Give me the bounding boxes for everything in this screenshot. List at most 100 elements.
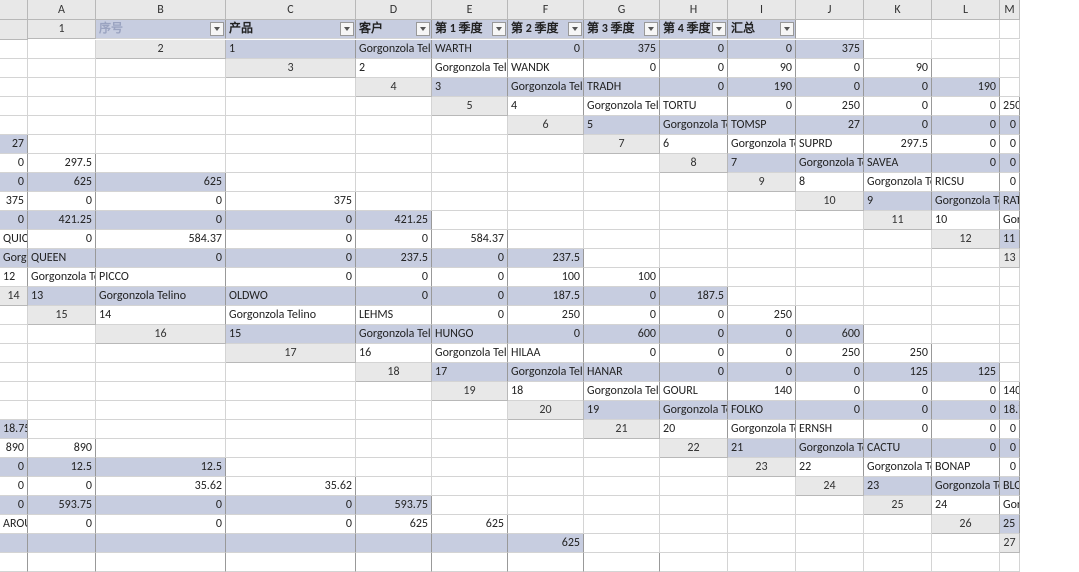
cell-G16[interactable]: 0 [728,325,796,344]
row-header-20[interactable]: 20 [508,401,584,420]
cell-E6[interactable]: 0 [864,116,932,135]
cell-C5[interactable]: TORTU [660,97,728,116]
cell-G12[interactable]: 0 [432,249,508,268]
cell-J7[interactable] [226,154,356,173]
cell-D12[interactable]: 0 [96,249,226,268]
cell-E11[interactable]: 584.37 [96,230,226,249]
cell-A17[interactable]: 16 [356,344,432,363]
cell-H16[interactable]: 600 [796,325,864,344]
cell-H10[interactable]: 421.25 [356,211,432,230]
cell-H6[interactable]: 27 [0,135,28,154]
cell-L6[interactable] [356,135,432,154]
cell-D26[interactable] [96,534,226,553]
cell-I17[interactable] [932,344,1000,363]
cell-A1[interactable]: 序号 [96,20,226,39]
cell-K4[interactable] [28,97,96,116]
cell-I9[interactable] [356,192,432,211]
cell-partial-21[interactable] [584,439,660,458]
cell-L8[interactable] [508,173,584,192]
cell-C7[interactable]: SUPRD [796,135,864,154]
cell-L22[interactable] [508,458,584,477]
cell-E3[interactable]: 0 [660,59,728,78]
cell-I23[interactable] [356,477,432,496]
row-header-26[interactable]: 26 [932,515,1000,534]
cell-E2[interactable]: 375 [584,40,660,59]
row-header-11[interactable]: 11 [864,211,932,230]
cell-L10[interactable] [660,211,728,230]
cell-M8[interactable] [584,173,660,192]
cell-partial-6[interactable] [508,135,584,154]
cell-M6[interactable] [432,135,508,154]
cell-L21[interactable] [432,439,508,458]
cell-I1[interactable] [796,20,864,39]
cell-G5[interactable]: 0 [932,97,1000,116]
cell-A10[interactable]: 9 [864,192,932,211]
cell-E4[interactable]: 190 [728,78,796,97]
column-header-K[interactable]: K [864,0,932,20]
filter-dropdown-H[interactable] [780,22,794,36]
cell-I11[interactable] [508,230,584,249]
cell-H4[interactable]: 190 [932,78,1000,97]
cell-E15[interactable]: 250 [508,306,584,325]
cell-M23[interactable] [660,477,728,496]
cell-E24[interactable]: 593.75 [28,496,96,515]
cell-E9[interactable]: 375 [0,192,28,211]
cell-D10[interactable]: 0 [0,211,28,230]
cell-E16[interactable]: 600 [584,325,660,344]
column-header-E[interactable]: E [432,0,508,20]
cell-F7[interactable]: 0 [1000,135,1020,154]
cell-J6[interactable] [96,135,226,154]
row-header-9[interactable]: 9 [728,173,796,192]
cell-E25[interactable]: 0 [96,515,226,534]
cell-F2[interactable]: 0 [660,40,728,59]
cell-K9[interactable] [508,192,584,211]
cell-G11[interactable]: 0 [356,230,432,249]
cell-F14[interactable]: 187.5 [508,287,584,306]
cell-K3[interactable] [0,78,28,97]
cell-G4[interactable]: 0 [864,78,932,97]
row-header-16[interactable]: 16 [96,325,226,344]
cell-H20[interactable]: 18.75 [0,420,28,439]
cell-M12[interactable] [864,249,932,268]
cell-J25[interactable] [584,515,660,534]
cell-G3[interactable]: 0 [796,59,864,78]
cell-G6[interactable]: 0 [1000,116,1020,135]
cell-F19[interactable]: 0 [864,382,932,401]
cell-J13[interactable] [728,268,796,287]
cell-partial-7[interactable] [584,154,660,173]
cell-H15[interactable]: 250 [728,306,796,325]
cell-L3[interactable] [28,78,96,97]
cell-J5[interactable] [28,116,96,135]
cell-C16[interactable]: HUNGO [432,325,508,344]
cell-E17[interactable]: 0 [660,344,728,363]
cell-B24[interactable]: Gorgonzola Telino [932,477,1000,496]
cell-L20[interactable] [356,420,432,439]
cell-L17[interactable] [28,363,96,382]
cell-J11[interactable] [584,230,660,249]
cell-C17[interactable]: HILAA [508,344,584,363]
cell-H7[interactable]: 297.5 [28,154,96,173]
cell-G19[interactable]: 0 [932,382,1000,401]
row-header-18[interactable]: 18 [356,363,432,382]
cell-D1[interactable]: 第 1 季度 [432,20,508,39]
cell-A7[interactable]: 6 [660,135,728,154]
cell-E18[interactable]: 0 [728,363,796,382]
cell-J24[interactable] [508,496,584,515]
cell-L24[interactable] [660,496,728,515]
cell-C10[interactable]: RATTC [1000,192,1020,211]
cell-D14[interactable]: 0 [356,287,432,306]
cell-B1[interactable]: 产品 [226,20,356,39]
cell-F11[interactable]: 0 [226,230,356,249]
cell-C19[interactable]: GOURL [660,382,728,401]
cell-D6[interactable]: 27 [796,116,864,135]
row-header-1[interactable]: 1 [28,20,96,39]
cell-M9[interactable] [660,192,728,211]
cell-J19[interactable] [28,401,96,420]
cell-L5[interactable] [226,116,356,135]
cell-M24[interactable] [728,496,796,515]
cell-H12[interactable]: 237.5 [508,249,584,268]
cell-L26[interactable] [796,534,864,553]
cell-D16[interactable]: 0 [508,325,584,344]
cell-E27[interactable] [356,553,432,572]
cell-J14[interactable] [796,287,864,306]
